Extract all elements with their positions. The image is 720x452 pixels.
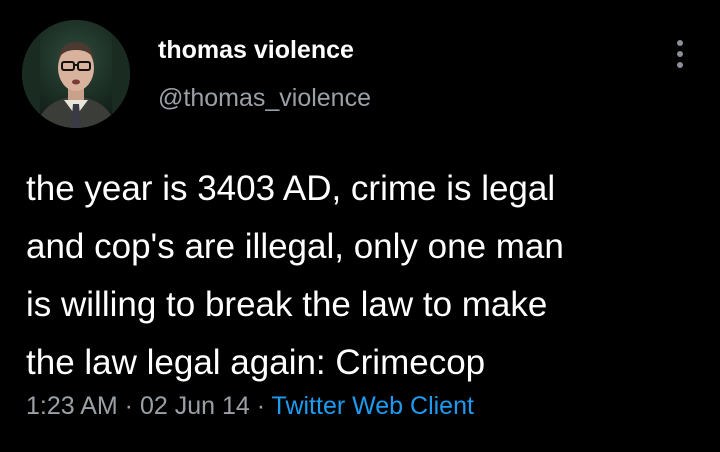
avatar[interactable] <box>22 20 130 128</box>
meta-separator: · <box>117 392 140 420</box>
author-display-name[interactable]: thomas violence <box>158 36 354 65</box>
tweet-text-line: and cop's are illegal, only one man <box>26 227 564 266</box>
tweet-date[interactable]: 02 Jun 14 <box>140 392 250 420</box>
tweet-card: thomas violence @thomas_violence the yea… <box>0 0 720 452</box>
author-handle[interactable]: @thomas_violence <box>158 84 371 113</box>
tweet-time[interactable]: 1:23 AM <box>26 392 118 420</box>
vertical-ellipsis-dot <box>677 62 683 68</box>
tweet-text-line: the year is 3403 AD, crime is legal <box>26 169 556 208</box>
tweet-meta: 1:23 AM · 02 Jun 14 · Twitter Web Client <box>26 392 474 421</box>
more-options-button[interactable] <box>664 34 696 74</box>
tweet-text-line: is willing to break the law to make <box>26 285 548 324</box>
meta-separator: · <box>249 392 272 420</box>
tweet-text: the year is 3403 AD, crime is legal and … <box>26 160 706 392</box>
avatar-photo-icon <box>22 20 130 128</box>
vertical-ellipsis-icon <box>677 40 683 46</box>
vertical-ellipsis-dot <box>677 51 683 57</box>
tweet-text-line: the law legal again: Crimecop <box>26 343 486 382</box>
tweet-source-link[interactable]: Twitter Web Client <box>272 392 474 420</box>
